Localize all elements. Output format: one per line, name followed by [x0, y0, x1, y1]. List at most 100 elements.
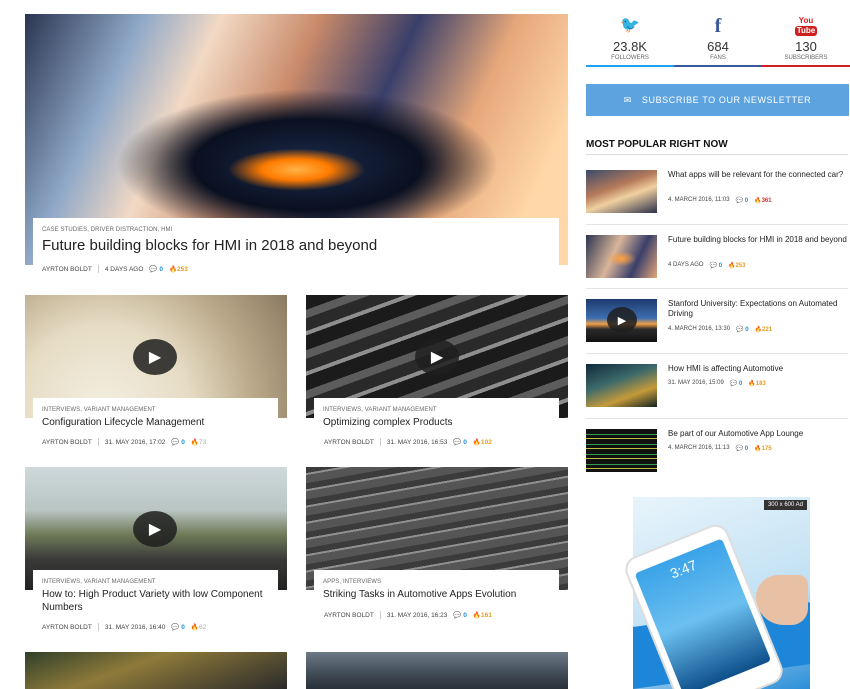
divider [97, 623, 99, 631]
comment-count[interactable]: 💬 0 [736, 326, 748, 333]
popular-meta: 31. MAY 2016, 15:09 💬 0 🔥183 [668, 380, 766, 387]
popular-title[interactable]: What apps will be relevant for the conne… [668, 170, 848, 180]
view-count: 🔥161 [473, 611, 492, 619]
divider [586, 154, 848, 155]
comment-count[interactable]: 💬 0 [453, 611, 467, 619]
ad-size-tag: 300 x 600 Ad [763, 500, 807, 510]
view-count-value: 161 [480, 612, 492, 619]
advertisement[interactable]: 3:47 300 x 600 Ad [621, 497, 810, 689]
social-label: FOLLOWERS [611, 55, 649, 61]
card-image[interactable] [306, 652, 568, 689]
card-categories[interactable]: INTERVIEWS, VARIANT MANAGEMENT [42, 579, 269, 585]
comment-count-value: 0 [159, 266, 163, 273]
comment-count-value: 0 [745, 327, 749, 333]
social-youtube[interactable]: You Tube 130 SUBSCRIBERS [762, 14, 850, 67]
popular-thumbnail[interactable] [586, 364, 657, 407]
author-link[interactable]: AYRTON BOLDT [324, 612, 374, 619]
social-count: 23.8K [613, 39, 647, 54]
divider [586, 353, 848, 354]
flame-icon: 🔥 [190, 624, 199, 631]
comment-count-value: 0 [744, 198, 749, 204]
popular-item[interactable]: What apps will be relevant for the conne… [586, 170, 848, 216]
card-categories[interactable]: APPS, INTERVIEWS [323, 579, 550, 585]
post-date: 4. MARCH 2016, 13:30 [668, 326, 731, 332]
card-categories[interactable]: INTERVIEWS, VARIANT MANAGEMENT [42, 407, 269, 413]
facebook-icon: f [714, 15, 722, 37]
popular-thumbnail[interactable]: ▶ [586, 299, 657, 342]
envelope-icon: ✉ [623, 94, 632, 105]
social-count: 684 [707, 39, 729, 54]
comment-count-value: 0 [463, 612, 467, 619]
comment-count-value: 0 [744, 446, 749, 452]
card-image[interactable] [25, 652, 287, 689]
card-title[interactable]: Striking Tasks in Automotive Apps Evolut… [323, 589, 550, 602]
card-categories[interactable]: INTERVIEWS, VARIANT MANAGEMENT [323, 407, 550, 413]
flame-icon: 🔥 [472, 439, 481, 446]
featured-categories[interactable]: CASE STUDIES, DRIVER DISTRACTION, HMI [42, 227, 550, 233]
featured-title[interactable]: Future building blocks for HMI in 2018 a… [42, 237, 550, 256]
view-count-value: 62 [198, 624, 207, 631]
comment-count[interactable]: 💬 0 [171, 623, 185, 631]
post-date: 4 DAYS AGO [104, 265, 144, 273]
comment-count-value: 0 [181, 624, 185, 631]
social-twitter[interactable]: 🐦 23.8K FOLLOWERS [586, 14, 674, 67]
popular-thumbnail[interactable] [586, 235, 657, 278]
view-count-value: 253 [735, 263, 746, 269]
comment-count[interactable]: 💬 0 [171, 438, 185, 446]
popular-title[interactable]: Be part of our Automotive App Lounge [668, 429, 848, 439]
play-icon[interactable]: ▶ [133, 339, 177, 375]
comment-icon: 💬 [453, 439, 462, 446]
popular-heading: MOST POPULAR RIGHT NOW [586, 139, 728, 150]
youtube-icon: You Tube [794, 16, 818, 36]
popular-meta: 4. MARCH 2016, 11:03 💬 0 🔥361 [668, 197, 772, 204]
popular-meta: 4 DAYS AGO 💬 0 🔥253 [668, 262, 746, 269]
popular-item[interactable]: ▶ Stanford University: Expectations on A… [586, 299, 848, 345]
post-date: 31. MAY 2016, 15:09 [668, 380, 724, 386]
view-count: 🔥73 [191, 438, 206, 446]
popular-title[interactable]: How HMI is affecting Automotive [668, 364, 848, 374]
comment-count[interactable]: 💬 0 [149, 265, 163, 273]
author-link[interactable]: AYRTON BOLDT [42, 266, 92, 273]
view-count-value: 102 [480, 439, 492, 446]
comment-count[interactable]: 💬 0 [710, 262, 722, 269]
play-icon[interactable]: ▶ [133, 511, 177, 547]
view-count: 🔥221 [754, 327, 773, 333]
card-title[interactable]: How to: High Product Variety with low Co… [42, 589, 269, 614]
popular-meta: 4. MARCH 2016, 11:13 💬 0 🔥175 [668, 445, 772, 452]
twitter-icon: 🐦 [620, 17, 640, 34]
author-link[interactable]: AYRTON BOLDT [42, 624, 92, 631]
card-title[interactable]: Configuration Lifecycle Management [42, 417, 269, 430]
comment-icon: 💬 [453, 612, 462, 619]
divider [586, 288, 848, 289]
view-count-value: 183 [755, 381, 766, 387]
view-count: 🔥175 [754, 446, 772, 452]
play-icon[interactable]: ▶ [415, 339, 459, 375]
social-facebook[interactable]: f 684 FANS [674, 14, 762, 67]
comment-count[interactable]: 💬 0 [730, 380, 742, 387]
hand-illustration [756, 575, 808, 625]
post-date: 31. MAY 2016, 17:02 [104, 438, 166, 446]
card-title[interactable]: Optimizing complex Products [323, 417, 550, 430]
comment-count[interactable]: 💬 0 [736, 445, 748, 452]
comment-count[interactable]: 💬 0 [453, 438, 467, 446]
play-icon[interactable]: ▶ [607, 307, 637, 333]
social-bar [762, 65, 850, 67]
comment-icon: 💬 [171, 439, 180, 446]
popular-title[interactable]: Stanford University: Expectations on Aut… [668, 299, 848, 320]
popular-thumbnail[interactable] [586, 429, 657, 472]
popular-item[interactable]: Future building blocks for HMI in 2018 a… [586, 235, 848, 281]
popular-item[interactable]: How HMI is affecting Automotive 31. MAY … [586, 364, 848, 410]
author-link[interactable]: AYRTON BOLDT [324, 439, 374, 446]
comment-count[interactable]: 💬 0 [736, 197, 748, 204]
popular-title[interactable]: Future building blocks for HMI in 2018 a… [668, 235, 848, 245]
flame-icon: 🔥 [190, 439, 199, 446]
phone-time: 3:47 [667, 556, 700, 582]
newsletter-button[interactable]: ✉ SUBSCRIBE TO OUR NEWSLETTER [586, 84, 849, 116]
card-meta: AYRTON BOLDT 31. MAY 2016, 16:23 💬 0 🔥16… [324, 611, 492, 619]
view-count: 🔥102 [473, 438, 492, 446]
popular-item[interactable]: Be part of our Automotive App Lounge 4. … [586, 429, 848, 475]
author-link[interactable]: AYRTON BOLDT [42, 439, 92, 446]
view-count-value: 361 [761, 198, 772, 204]
card-caption: INTERVIEWS, VARIANT MANAGEMENT How to: H… [33, 570, 278, 620]
popular-thumbnail[interactable] [586, 170, 657, 213]
